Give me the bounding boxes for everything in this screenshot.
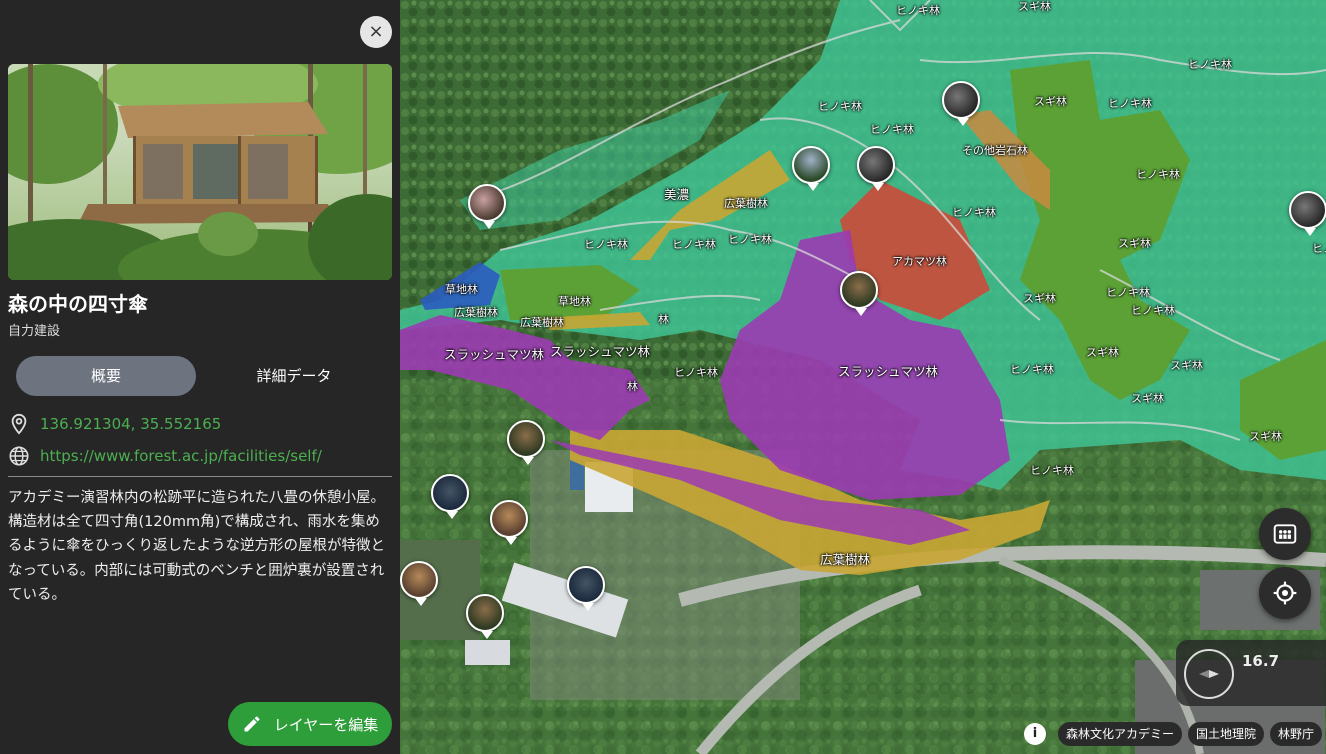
facility-marker[interactable] <box>400 561 438 606</box>
map-view[interactable]: ヒノキ林 スギ林 ヒノキ林 ヒノキ林 ヒノキ林 スギ林 ヒノキ林 その他岩石林 … <box>400 0 1326 754</box>
attribution-forestry-agency[interactable]: 林野庁 <box>1269 722 1322 746</box>
globe-icon <box>9 446 29 466</box>
attribution-academy[interactable]: 森林文化アカデミー <box>1057 722 1182 746</box>
map-label: ヒノキ林 <box>1188 58 1232 71</box>
map-label: 広葉樹林 <box>520 316 564 329</box>
map-label: 広葉樹林 <box>820 552 871 567</box>
facility-marker-selected[interactable] <box>840 271 878 316</box>
crosshair-icon <box>1273 581 1297 605</box>
attribution-gsi[interactable]: 国土地理院 <box>1187 722 1264 746</box>
map-label: 広葉樹林 <box>724 197 768 210</box>
close-button[interactable]: × <box>360 16 392 48</box>
map-label: 林 <box>658 313 669 326</box>
edit-layer-label: レイヤーを編集 <box>273 715 379 734</box>
map-label: ヒノキ林 <box>1136 168 1180 181</box>
facility-marker[interactable] <box>466 594 504 639</box>
map-label: ヒノキ林 <box>1131 304 1175 317</box>
street-view-icon <box>1273 524 1297 544</box>
map-label: その他岩石林 <box>962 144 1028 157</box>
facility-marker[interactable] <box>1289 191 1326 236</box>
compass-panel: 16.7 <box>1176 640 1326 706</box>
tab-detail-data[interactable]: 詳細データ <box>204 356 384 396</box>
url-row: https://www.forest.ac.jp/facilities/self… <box>8 444 322 468</box>
map-label: スラッシュマツ林 <box>838 364 939 379</box>
map-label: スギ林 <box>1086 346 1119 359</box>
map-label: スラッシュマツ林 <box>444 347 545 362</box>
map-label: ヒノキ林 <box>1030 464 1074 477</box>
facility-marker[interactable] <box>468 184 506 229</box>
map-label: 美濃 <box>664 187 690 202</box>
info-panel: × 森の中の四寸傘 自力建設 概要 詳細データ 136.921304, 35.5… <box>0 0 400 754</box>
map-label: ヒノキ林 <box>584 238 628 251</box>
facility-marker[interactable] <box>942 81 980 126</box>
facility-marker[interactable] <box>490 500 528 545</box>
coordinates-row: 136.921304, 35.552165 <box>8 412 221 436</box>
facility-title: 森の中の四寸傘 <box>8 292 148 316</box>
facility-photo-image <box>8 64 392 280</box>
facility-marker[interactable] <box>567 566 605 611</box>
map-label: アカマツ林 <box>892 255 947 268</box>
map-label: スギ林 <box>1118 237 1151 250</box>
map-label: スギ林 <box>1170 359 1203 372</box>
my-location-button[interactable] <box>1259 567 1311 619</box>
facility-description: アカデミー演習林内の松跡平に造られた八畳の休憩小屋。構造材は全て四寸角(120m… <box>8 490 385 603</box>
facility-marker[interactable] <box>857 146 895 191</box>
map-label: ヒノキ林 <box>896 4 940 17</box>
website-link[interactable]: https://www.forest.ac.jp/facilities/self… <box>40 447 322 465</box>
coordinates-text: 136.921304, 35.552165 <box>40 415 222 433</box>
facility-photo <box>8 64 392 280</box>
attribution-bar: i 森林文化アカデミー 国土地理院 林野庁 <box>1023 722 1322 746</box>
map-label: スラッシュマツ林 <box>550 344 651 359</box>
map-label: スギ林 <box>1018 0 1051 13</box>
map-label: ヒノキ林 <box>672 238 716 251</box>
facility-subtitle: 自力建設 <box>8 324 61 339</box>
compass-icon <box>1199 670 1219 678</box>
compass-button[interactable] <box>1184 649 1234 699</box>
tab-overview[interactable]: 概要 <box>16 356 196 396</box>
map-label: ヒノキ林 <box>1108 97 1152 110</box>
map-label: スギ林 <box>1249 430 1282 443</box>
map-label: 広葉樹林 <box>454 306 498 319</box>
map-label: ヒノキ林 <box>674 366 718 379</box>
divider <box>8 476 392 477</box>
info-icon[interactable]: i <box>1023 723 1046 745</box>
map-label: ヒノ <box>1312 242 1326 255</box>
close-icon: × <box>368 21 384 42</box>
map-label: ヒノキ林 <box>728 233 772 246</box>
map-label: ヒノキ林 <box>1010 363 1054 376</box>
edit-layer-button[interactable]: レイヤーを編集 <box>228 702 392 746</box>
map-label: 草地林 <box>445 283 478 296</box>
facility-marker[interactable] <box>792 146 830 191</box>
map-label: ヒノキ林 <box>1106 286 1150 299</box>
map-label: 草地林 <box>558 295 591 308</box>
facility-marker[interactable] <box>431 474 469 519</box>
map-label: スギ林 <box>1034 95 1067 108</box>
map-label: ヒノキ林 <box>952 206 996 219</box>
map-label: ヒノキ林 <box>870 123 914 136</box>
zoom-level: 16.7 <box>1242 652 1280 670</box>
app-root: × 森の中の四寸傘 自力建設 概要 詳細データ 136.921304, 35.5… <box>0 0 1326 754</box>
map-label: スギ林 <box>1023 292 1056 305</box>
map-label: ヒノキ林 <box>818 100 862 113</box>
facility-marker[interactable] <box>507 420 545 465</box>
map-label: スギ林 <box>1131 392 1164 405</box>
map-label: 林 <box>627 380 638 393</box>
pencil-icon <box>244 716 260 732</box>
map-pin-icon <box>11 413 27 435</box>
street-view-button[interactable] <box>1259 508 1311 560</box>
